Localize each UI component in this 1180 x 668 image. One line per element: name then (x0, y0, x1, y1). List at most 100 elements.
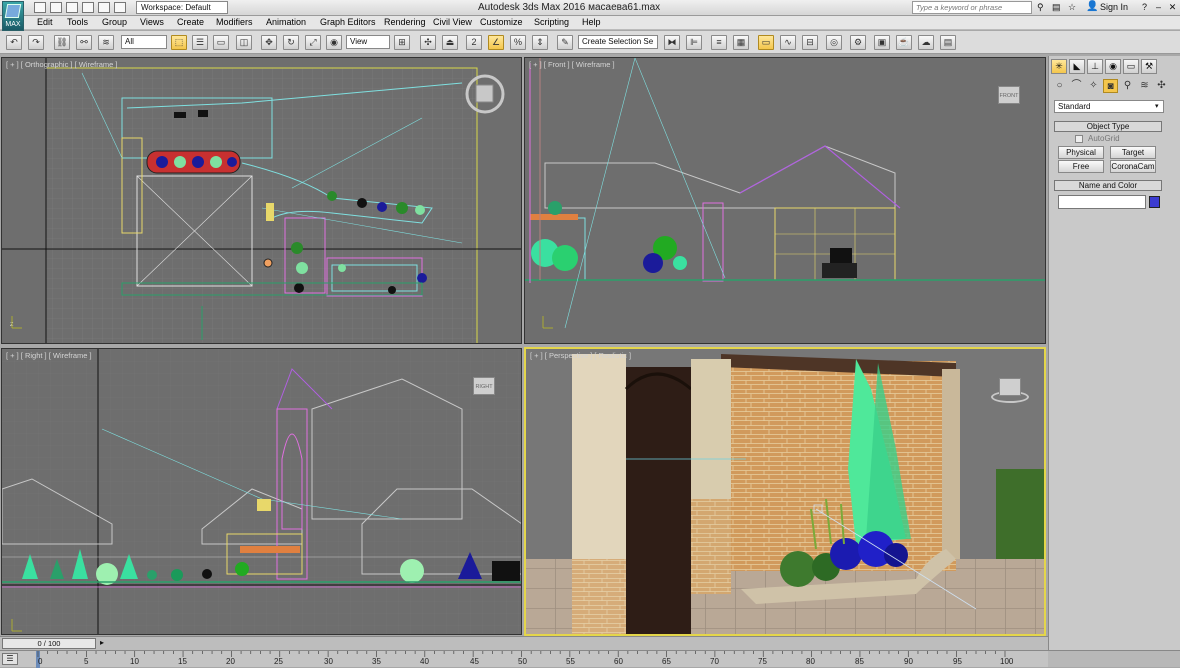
minimize-icon[interactable]: – (1152, 1, 1165, 13)
layer-manager-icon[interactable]: ▦ (733, 35, 749, 50)
viewport-orthographic[interactable]: [ + ] [ Orthographic ] [ Wireframe ] z (1, 57, 522, 344)
menu-create[interactable]: Create (177, 17, 204, 27)
free-camera-button[interactable]: Free (1058, 160, 1104, 173)
edit-named-selection-icon[interactable]: ✎ (557, 35, 573, 50)
track-bar[interactable]: ☰ 0 5 10 15 20 25 30 35 40 45 50 55 60 6… (0, 650, 1048, 668)
viewcube[interactable] (999, 378, 1021, 396)
new-file-icon[interactable] (34, 2, 46, 13)
shapes-icon[interactable]: ⌒ (1069, 79, 1084, 93)
search-input[interactable]: Type a keyword or phrase (912, 1, 1032, 14)
selection-filter-dropdown[interactable]: All (121, 35, 167, 49)
next-frame-icon[interactable]: ▸ (100, 638, 104, 647)
a360-gallery-icon[interactable]: ▤ (940, 35, 956, 50)
binoculars-icon[interactable]: ⚲ (1037, 2, 1044, 13)
name-and-color-rollout[interactable]: Name and Color (1054, 180, 1162, 191)
menu-views[interactable]: Views (140, 17, 164, 27)
time-slider[interactable]: 0 / 100 ▸ (0, 636, 1048, 650)
redo-icon[interactable] (98, 2, 110, 13)
rendered-frame-icon[interactable]: ▣ (874, 35, 890, 50)
motion-tab-icon[interactable]: ◉ (1105, 59, 1121, 74)
render-setup-icon[interactable]: ⚙ (850, 35, 866, 50)
snaps-toggle-icon[interactable]: 2 (466, 35, 482, 50)
helpers-icon[interactable]: ⚲ (1120, 79, 1135, 93)
time-slider-thumb[interactable]: 0 / 100 (2, 638, 96, 649)
render-cloud-icon[interactable]: ☁ (918, 35, 934, 50)
menu-edit[interactable]: Edit (37, 17, 53, 27)
align-icon[interactable]: ⊫ (686, 35, 702, 50)
object-color-swatch[interactable] (1149, 196, 1160, 208)
cameras-icon[interactable]: ◙ (1103, 79, 1118, 93)
select-object-icon[interactable]: ⬚ (171, 35, 187, 50)
keyboard-shortcut-icon[interactable]: ⏏ (442, 35, 458, 50)
link-icon[interactable]: ⛓ (54, 35, 70, 50)
coronacam-button[interactable]: CoronaCam (1110, 160, 1156, 173)
object-name-input[interactable] (1058, 195, 1146, 209)
category-dropdown[interactable]: Standard (1054, 100, 1164, 113)
sign-in-link[interactable]: Sign In (1100, 2, 1128, 12)
menu-civil-view[interactable]: Civil View (433, 17, 472, 27)
autogrid-checkbox[interactable] (1075, 135, 1083, 143)
menu-rendering[interactable]: Rendering (384, 17, 426, 27)
viewport-label[interactable]: [ + ] [ Right ] [ Wireframe ] (6, 351, 92, 360)
render-icon[interactable]: ☕ (896, 35, 912, 50)
workspace-dropdown[interactable]: Workspace: Default (136, 1, 228, 14)
menu-modifiers[interactable]: Modifiers (216, 17, 253, 27)
unlink-icon[interactable]: ⚯ (76, 35, 92, 50)
curve-editor-icon[interactable]: ∿ (780, 35, 796, 50)
move-icon[interactable]: ✥ (261, 35, 277, 50)
viewcube[interactable]: RIGHT (473, 377, 495, 395)
user-icon[interactable]: 👤 (1086, 1, 1098, 12)
undo-icon[interactable] (82, 2, 94, 13)
physical-camera-button[interactable]: Physical (1058, 146, 1104, 159)
systems-icon[interactable]: ✣ (1154, 79, 1169, 93)
rectangle-selection-icon[interactable]: ▭ (213, 35, 229, 50)
bind-space-warp-icon[interactable]: ≋ (98, 35, 114, 50)
reference-coordinate-dropdown[interactable]: View (346, 35, 390, 49)
viewport-label[interactable]: [ + ] [ Perspective ] [ Realistic ] (530, 351, 631, 360)
angle-snap-icon[interactable]: ∠ (488, 35, 504, 50)
viewcube[interactable]: FRONT (998, 86, 1020, 104)
hierarchy-tab-icon[interactable]: ⊥ (1087, 59, 1103, 74)
menu-customize[interactable]: Customize (480, 17, 523, 27)
menu-help[interactable]: Help (582, 17, 601, 27)
lights-icon[interactable]: ✧ (1086, 79, 1101, 93)
subscription-icon[interactable]: ▤ (1052, 2, 1061, 13)
viewport-label[interactable]: [ + ] [ Orthographic ] [ Wireframe ] (6, 60, 118, 69)
help-icon[interactable]: ? (1138, 1, 1151, 13)
select-manipulate-icon[interactable]: ✣ (420, 35, 436, 50)
viewport-label[interactable]: [ + ] [ Front ] [ Wireframe ] (529, 60, 615, 69)
menu-scripting[interactable]: Scripting (534, 17, 569, 27)
target-camera-button[interactable]: Target (1110, 146, 1156, 159)
scale-icon[interactable]: ⤢ (305, 35, 321, 50)
viewport-front[interactable]: [ + ] [ Front ] [ Wireframe ] FRONT (524, 57, 1046, 344)
window-crossing-icon[interactable]: ◫ (236, 35, 252, 50)
object-type-rollout[interactable]: Object Type (1054, 121, 1162, 132)
layer-explorer-icon[interactable]: ≡ (711, 35, 727, 50)
rotate-icon[interactable]: ↻ (283, 35, 299, 50)
open-file-icon[interactable] (50, 2, 62, 13)
app-logo[interactable]: MAX (2, 1, 24, 31)
menu-animation[interactable]: Animation (266, 17, 306, 27)
menu-graph-editors[interactable]: Graph Editors (320, 17, 376, 27)
named-selection-dropdown[interactable]: Create Selection Se (578, 35, 658, 49)
undo-icon[interactable]: ↶ (6, 35, 22, 50)
menu-tools[interactable]: Tools (67, 17, 88, 27)
mirror-icon[interactable]: ⧓ (664, 35, 680, 50)
redo-icon[interactable]: ↷ (28, 35, 44, 50)
project-folder-icon[interactable] (114, 2, 126, 13)
percent-snap-icon[interactable]: % (510, 35, 526, 50)
create-tab-icon[interactable]: ✳ (1051, 59, 1067, 74)
close-icon[interactable]: ✕ (1166, 1, 1179, 13)
modify-tab-icon[interactable]: ◣ (1069, 59, 1085, 74)
utilities-tab-icon[interactable]: ⚒ (1141, 59, 1157, 74)
menu-group[interactable]: Group (102, 17, 127, 27)
material-editor-icon[interactable]: ◎ (826, 35, 842, 50)
select-by-name-icon[interactable]: ☰ (192, 35, 208, 50)
schematic-view-icon[interactable]: ⊟ (802, 35, 818, 50)
space-warps-icon[interactable]: ≋ (1137, 79, 1152, 93)
pivot-icon[interactable]: ⊞ (394, 35, 410, 50)
viewport-right[interactable]: [ + ] [ Right ] [ Wireframe ] RIGHT (1, 348, 522, 635)
display-tab-icon[interactable]: ▭ (1123, 59, 1139, 74)
geometry-icon[interactable]: ○ (1052, 79, 1067, 93)
star-icon[interactable]: ☆ (1068, 2, 1076, 13)
